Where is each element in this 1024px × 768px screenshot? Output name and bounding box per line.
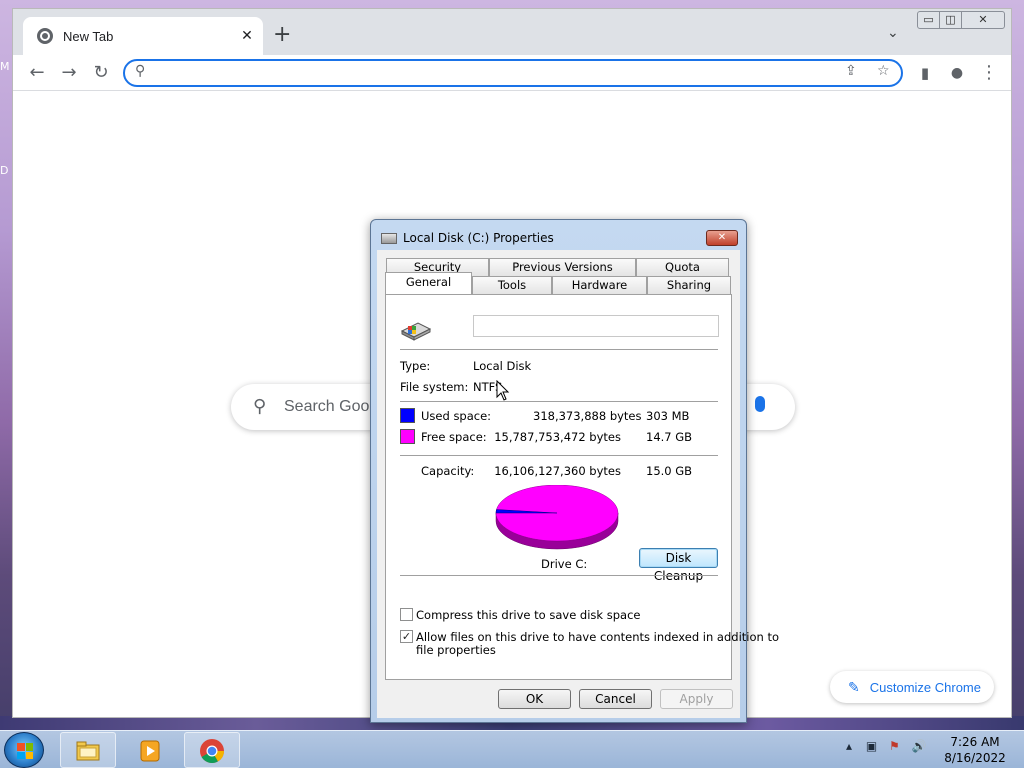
divider	[400, 349, 718, 350]
index-label-line1: Allow files on this drive to have conten…	[416, 630, 779, 644]
drive-label: Drive C:	[541, 557, 588, 571]
forward-arrow-icon[interactable]: →	[57, 61, 81, 85]
disk-cleanup-button[interactable]: Disk Cleanup	[639, 548, 718, 583]
disk-properties-dialog: Local Disk (C:) Properties ✕ Security Pr…	[370, 219, 779, 723]
chrome-icon	[37, 28, 53, 44]
profile-avatar-icon[interactable]: ●	[945, 61, 969, 85]
close-window-button[interactable]: ✕	[962, 12, 1004, 28]
capacity-bytes: 16,106,127,360 bytes	[494, 464, 621, 478]
pencil-icon: ✎	[848, 678, 860, 695]
capacity-size: 15.0 GB	[646, 464, 693, 478]
type-label: Type:	[400, 359, 431, 373]
action-center-flag-icon[interactable]: ⚑	[889, 739, 900, 753]
new-tab-button[interactable]: +	[273, 24, 291, 46]
apply-button[interactable]: Apply	[660, 689, 733, 709]
dialog-close-button[interactable]: ✕	[706, 230, 738, 246]
window-controls: ▭ ◫ ✕	[917, 11, 1005, 29]
folder-icon	[76, 741, 100, 761]
divider	[400, 575, 718, 576]
used-space-swatch	[400, 408, 415, 423]
clock-date: 8/16/2022	[944, 751, 1006, 765]
dialog-body: Security Previous Versions Quota General…	[377, 250, 779, 718]
disk-usage-pie-chart	[495, 485, 619, 550]
free-space-label: Free space:	[421, 430, 487, 444]
cancel-button[interactable]: Cancel	[579, 689, 652, 709]
capacity-label: Capacity:	[421, 464, 475, 478]
address-bar[interactable]: ⚲ ⇪ ☆	[123, 59, 903, 87]
customize-chrome-button[interactable]: ✎ Customize Chrome	[830, 671, 994, 703]
mouse-pointer-icon	[496, 380, 510, 401]
tab-tools[interactable]: Tools	[472, 276, 552, 294]
taskbar-chrome[interactable]	[184, 732, 240, 768]
system-tray: ▴ ▣ ⚑ 🔊	[846, 739, 927, 753]
side-panel-icon[interactable]: ▮	[913, 61, 937, 85]
dialog-titlebar: Local Disk (C:) Properties	[381, 231, 554, 245]
back-arrow-icon[interactable]: ←	[25, 61, 49, 85]
drive-icon	[381, 232, 397, 244]
bookmark-star-icon[interactable]: ☆	[877, 63, 890, 79]
restore-button[interactable]: ◫	[940, 12, 962, 28]
dialog-title: Local Disk (C:) Properties	[403, 231, 554, 245]
clock-time: 7:26 AM	[950, 735, 1000, 749]
windows-logo-icon	[17, 743, 33, 759]
desktop-edge-label: M	[0, 60, 10, 73]
volume-icon[interactable]: 🔊	[912, 739, 927, 753]
address-input[interactable]	[155, 64, 835, 82]
share-icon[interactable]: ⇪	[845, 63, 857, 79]
general-tab-panel: Type: Local Disk File system: NTFS Used …	[385, 294, 779, 680]
browser-toolbar: ← → ↻ ⚲ ⇪ ☆ ▮ ● ⋮	[13, 55, 1011, 91]
tab-sharing[interactable]: Sharing	[647, 276, 731, 294]
type-value: Local Disk	[473, 359, 532, 373]
minimize-button[interactable]: ▭	[918, 12, 940, 28]
index-label-line2: file properties	[416, 643, 496, 657]
tab-hardware[interactable]: Hardware	[552, 276, 647, 294]
compress-label: Compress this drive to save disk space	[416, 608, 641, 622]
tab-new-tab[interactable]: New Tab ✕	[23, 17, 263, 55]
search-icon: ⚲	[253, 396, 267, 417]
file-system-label: File system:	[400, 380, 469, 394]
hard-drive-icon	[400, 322, 432, 341]
used-space-size: 303 MB	[646, 409, 690, 423]
free-space-swatch	[400, 429, 415, 444]
menu-kebab-icon[interactable]: ⋮	[977, 61, 1001, 85]
divider	[400, 455, 718, 456]
free-space-bytes: 15,787,753,472 bytes	[494, 430, 621, 444]
reload-icon[interactable]: ↻	[89, 61, 113, 85]
system-clock[interactable]: 7:26 AM 8/16/2022	[940, 734, 1010, 766]
show-hidden-icons-icon[interactable]: ▴	[846, 739, 852, 753]
ok-button[interactable]: OK	[498, 689, 571, 709]
index-checkbox[interactable]: ✓	[400, 630, 413, 643]
taskbar-explorer[interactable]	[60, 732, 116, 768]
customize-label: Customize Chrome	[869, 679, 981, 695]
taskbar: ▴ ▣ ⚑ 🔊 7:26 AM 8/16/2022	[0, 730, 1024, 768]
search-icon: ⚲	[135, 63, 146, 79]
desktop-edge-label: D	[0, 164, 9, 177]
taskbar-media-player[interactable]	[122, 732, 178, 768]
network-icon[interactable]: ▣	[866, 739, 877, 753]
start-button[interactable]	[4, 732, 44, 768]
used-space-bytes: 318,373,888 bytes	[533, 409, 642, 423]
used-space-label: Used space:	[421, 409, 492, 423]
volume-label-field[interactable]	[473, 315, 719, 337]
tab-general[interactable]: General	[385, 272, 472, 294]
free-space-size: 14.7 GB	[646, 430, 693, 444]
tab-search-chevron-icon[interactable]: ⌄	[887, 25, 899, 41]
tab-row-front: General Tools Hardware Sharing	[385, 272, 731, 294]
close-tab-icon[interactable]: ✕	[235, 28, 259, 44]
microphone-icon[interactable]	[755, 396, 765, 412]
media-player-icon	[140, 740, 160, 762]
chrome-icon	[200, 739, 224, 764]
tab-strip: New Tab ✕ + ⌄ ▭ ◫ ✕	[13, 9, 1011, 55]
compress-checkbox[interactable]	[400, 608, 413, 621]
divider	[400, 401, 718, 402]
tab-title: New Tab	[63, 28, 114, 44]
